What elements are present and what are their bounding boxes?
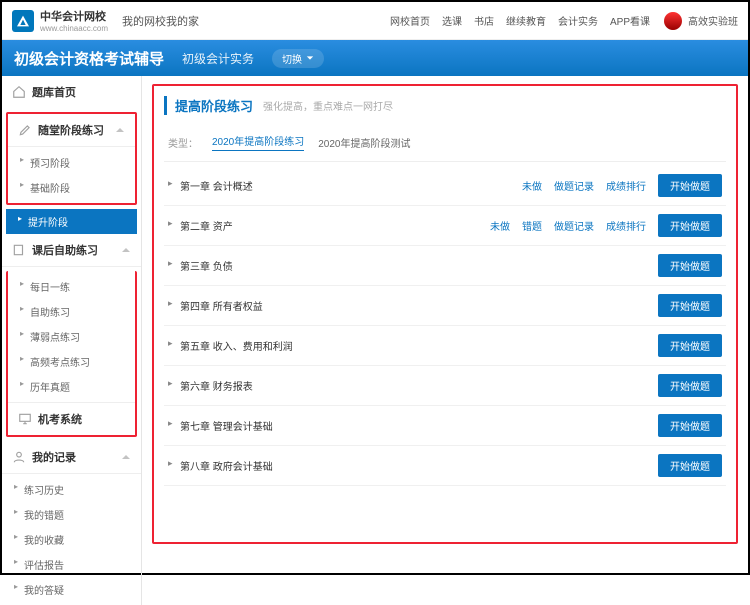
sidebar-item[interactable]: 自助练习 <box>8 299 135 324</box>
chevron-up-icon <box>121 452 131 462</box>
table-row: 第四章 所有者权益开始做题 <box>164 286 726 326</box>
slogan: 我的网校我的家 <box>122 13 199 29</box>
sidebar-label: 题库首页 <box>32 84 131 100</box>
chapter-list: 第一章 会计概述未做做题记录成绩排行开始做题第二章 资产未做错题做题记录成绩排行… <box>164 166 726 486</box>
row-tags: 未做做题记录成绩排行 <box>522 178 646 193</box>
filter-row: 类型： 2020年提高阶段练习 2020年提高阶段测试 <box>164 125 726 162</box>
table-row: 第六章 财务报表开始做题 <box>164 366 726 406</box>
nav-item-3[interactable]: 继续教育 <box>506 13 546 28</box>
table-row: 第五章 收入、费用和利润开始做题 <box>164 326 726 366</box>
table-row: 第七章 管理会计基础开始做题 <box>164 406 726 446</box>
filter-opt-1[interactable]: 2020年提高阶段测试 <box>318 135 410 150</box>
subhead-title: 初级会计资格考试辅导 <box>14 48 164 69</box>
logo-icon <box>12 10 34 32</box>
chapter-label: 第六章 财务报表 <box>168 378 646 393</box>
nav-item-5[interactable]: APP看课 <box>610 13 650 28</box>
chapter-label: 第二章 资产 <box>168 218 490 233</box>
start-button[interactable]: 开始做题 <box>658 214 722 237</box>
chevron-up-icon <box>121 245 131 255</box>
tag-link[interactable]: 错题 <box>522 218 542 233</box>
nav-item-2[interactable]: 书店 <box>474 13 494 28</box>
tag-link[interactable]: 未做 <box>522 178 542 193</box>
sidebar-home[interactable]: 题库首页 <box>2 76 141 108</box>
table-row: 第一章 会计概述未做做题记录成绩排行开始做题 <box>164 166 726 206</box>
filter-label: 类型： <box>168 135 198 150</box>
sidebar-group-self-items: 每日一练自助练习薄弱点练习高频考点练习历年真题 机考系统 <box>6 271 137 437</box>
nav-item-1[interactable]: 选课 <box>442 13 462 28</box>
sidebar: 题库首页 随堂阶段练习 预习阶段 基础阶段 提升阶段 课后自助练习 每日一练自助… <box>2 76 142 605</box>
sidebar-item[interactable]: 历年真题 <box>8 374 135 399</box>
subheader: 初级会计资格考试辅导 初级会计实务 切换 <box>2 40 748 76</box>
start-button[interactable]: 开始做题 <box>658 294 722 317</box>
sidebar-group-practice: 随堂阶段练习 预习阶段 基础阶段 <box>6 112 137 205</box>
table-row: 第八章 政府会计基础开始做题 <box>164 446 726 486</box>
sidebar-item[interactable]: 我的答疑 <box>2 577 141 602</box>
start-button[interactable]: 开始做题 <box>658 174 722 197</box>
user-area[interactable]: 高效实验班 <box>664 12 738 30</box>
sidebar-item-advance[interactable]: 提升阶段 <box>6 209 137 234</box>
chapter-label: 第八章 政府会计基础 <box>168 458 646 473</box>
sidebar-item[interactable]: 我的收藏 <box>2 527 141 552</box>
tag-link[interactable]: 成绩排行 <box>606 218 646 233</box>
start-button[interactable]: 开始做题 <box>658 374 722 397</box>
nav-item-0[interactable]: 网校首页 <box>390 13 430 28</box>
chapter-label: 第五章 收入、费用和利润 <box>168 338 646 353</box>
topnav: 网校首页选课书店继续教育会计实务 APP看课 <box>390 13 650 28</box>
home-icon <box>12 85 26 99</box>
chapter-label: 第一章 会计概述 <box>168 178 522 193</box>
topbar: 中华会计网校 www.chinaacc.com 我的网校我的家 网校首页选课书店… <box>2 2 748 40</box>
brand-en: www.chinaacc.com <box>40 24 108 33</box>
pencil-icon <box>18 123 32 137</box>
sidebar-head-self[interactable]: 课后自助练习 <box>2 234 141 267</box>
sidebar-item[interactable]: 每日一练 <box>8 274 135 299</box>
sidebar-item-preview[interactable]: 预习阶段 <box>8 150 135 175</box>
table-row: 第二章 资产未做错题做题记录成绩排行开始做题 <box>164 206 726 246</box>
brand-cn: 中华会计网校 <box>40 8 108 24</box>
panel-title: 提高阶段练习 强化提高，重点难点一网打尽 <box>164 96 726 115</box>
user-button[interactable]: 高效实验班 <box>688 13 738 28</box>
sidebar-item[interactable]: 薄弱点练习 <box>8 324 135 349</box>
person-icon <box>12 450 26 464</box>
tag-link[interactable]: 做题记录 <box>554 178 594 193</box>
sidebar-head-practice[interactable]: 随堂阶段练习 <box>8 114 135 147</box>
sidebar-head-exam[interactable]: 机考系统 <box>8 402 135 435</box>
main: 提高阶段练习 强化提高，重点难点一网打尽 类型： 2020年提高阶段练习 202… <box>142 76 748 605</box>
chapter-label: 第七章 管理会计基础 <box>168 418 646 433</box>
start-button[interactable]: 开始做题 <box>658 334 722 357</box>
book-icon <box>12 243 26 257</box>
avatar <box>664 12 682 30</box>
sidebar-head-records[interactable]: 我的记录 <box>2 441 141 474</box>
brand: 中华会计网校 www.chinaacc.com <box>40 8 108 33</box>
table-row: 第三章 负债开始做题 <box>164 246 726 286</box>
tag-link[interactable]: 未做 <box>490 218 510 233</box>
sidebar-item-basic[interactable]: 基础阶段 <box>8 175 135 200</box>
row-tags: 未做错题做题记录成绩排行 <box>490 218 646 233</box>
sidebar-item[interactable]: 我的错题 <box>2 502 141 527</box>
switch-button[interactable]: 切换 <box>272 49 324 68</box>
subhead-subtitle: 初级会计实务 <box>182 50 254 67</box>
chevron-up-icon <box>115 125 125 135</box>
start-button[interactable]: 开始做题 <box>658 454 722 477</box>
monitor-icon <box>18 412 32 426</box>
sidebar-item[interactable]: 高频考点练习 <box>8 349 135 374</box>
panel: 提高阶段练习 强化提高，重点难点一网打尽 类型： 2020年提高阶段练习 202… <box>152 84 738 544</box>
chevron-down-icon <box>306 54 314 62</box>
chapter-label: 第四章 所有者权益 <box>168 298 646 313</box>
chapter-label: 第三章 负债 <box>168 258 646 273</box>
sidebar-item[interactable]: 练习历史 <box>2 477 141 502</box>
sidebar-item[interactable]: 评估报告 <box>2 552 141 577</box>
tag-link[interactable]: 成绩排行 <box>606 178 646 193</box>
start-button[interactable]: 开始做题 <box>658 254 722 277</box>
nav-item-4[interactable]: 会计实务 <box>558 13 598 28</box>
filter-opt-0[interactable]: 2020年提高阶段练习 <box>212 133 304 151</box>
tag-link[interactable]: 做题记录 <box>554 218 594 233</box>
start-button[interactable]: 开始做题 <box>658 414 722 437</box>
